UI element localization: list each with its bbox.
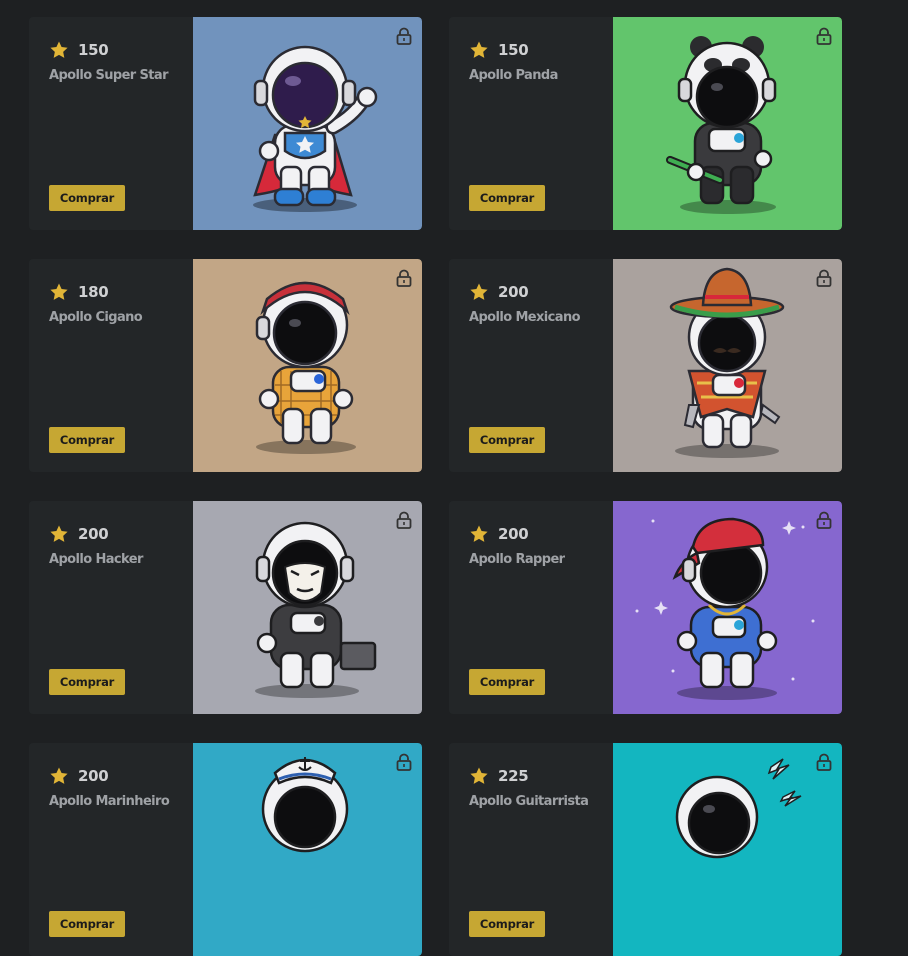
product-name: Apollo Hacker xyxy=(49,552,143,567)
buy-button[interactable]: Comprar xyxy=(469,669,545,695)
buy-button[interactable]: Comprar xyxy=(469,911,545,937)
star-icon xyxy=(470,41,488,58)
astronaut-hacker-illustration xyxy=(255,521,377,698)
product-card-apollo-mexicano[interactable]: 200 Apollo Mexicano Comprar xyxy=(449,259,842,472)
astronaut-superhero-illustration xyxy=(253,45,378,212)
astronaut-rapper-illustration xyxy=(635,517,815,700)
product-image[interactable] xyxy=(193,743,422,956)
product-name: Apollo Cigano xyxy=(49,310,143,325)
product-name: Apollo Rapper xyxy=(469,552,565,567)
product-name: Apollo Super Star xyxy=(49,68,169,83)
star-icon xyxy=(470,283,488,300)
card-info: 200 Apollo Mexicano Comprar xyxy=(449,259,613,472)
product-image[interactable] xyxy=(193,259,422,472)
price-value: 200 xyxy=(498,525,529,543)
card-info: 200 Apollo Marinheiro Comprar xyxy=(29,743,193,956)
product-card-apollo-rapper[interactable]: 200 Apollo Rapper Comprar xyxy=(449,501,842,714)
price-value: 225 xyxy=(498,767,529,785)
lock-icon[interactable] xyxy=(396,753,412,771)
product-card-apollo-super-star[interactable]: 150 Apollo Super Star Comprar xyxy=(29,17,422,230)
product-image[interactable] xyxy=(193,501,422,714)
lock-icon[interactable] xyxy=(816,511,832,529)
lock-icon[interactable] xyxy=(816,269,832,287)
price-row: 225 xyxy=(469,765,529,787)
product-card-apollo-marinheiro[interactable]: 200 Apollo Marinheiro Comprar xyxy=(29,743,422,956)
product-card-apollo-panda[interactable]: 150 Apollo Panda Comprar xyxy=(449,17,842,230)
price-value: 180 xyxy=(78,283,109,301)
price-value: 150 xyxy=(78,41,109,59)
astronaut-sailor-illustration xyxy=(261,757,349,853)
buy-button[interactable]: Comprar xyxy=(49,427,125,453)
price-row: 200 xyxy=(49,765,109,787)
buy-button[interactable]: Comprar xyxy=(469,427,545,453)
lock-icon[interactable] xyxy=(396,27,412,45)
astronaut-guitarist-illustration xyxy=(675,758,802,859)
product-name: Apollo Marinheiro xyxy=(49,794,170,809)
product-card-apollo-cigano[interactable]: 180 Apollo Cigano Comprar xyxy=(29,259,422,472)
buy-button[interactable]: Comprar xyxy=(49,185,125,211)
product-card-apollo-hacker[interactable]: 200 Apollo Hacker Comprar xyxy=(29,501,422,714)
buy-button[interactable]: Comprar xyxy=(49,911,125,937)
lock-icon[interactable] xyxy=(816,27,832,45)
product-name: Apollo Mexicano xyxy=(469,310,581,325)
star-icon xyxy=(50,41,68,58)
price-value: 200 xyxy=(78,525,109,543)
card-info: 200 Apollo Hacker Comprar xyxy=(29,501,193,714)
card-info: 225 Apollo Guitarrista Comprar xyxy=(449,743,613,956)
price-row: 150 xyxy=(469,39,529,61)
astronaut-panda-illustration xyxy=(665,36,777,214)
star-icon xyxy=(50,525,68,542)
buy-button[interactable]: Comprar xyxy=(49,669,125,695)
price-value: 200 xyxy=(498,283,529,301)
card-info: 200 Apollo Rapper Comprar xyxy=(449,501,613,714)
product-image[interactable] xyxy=(613,259,842,472)
star-icon xyxy=(50,283,68,300)
card-info: 180 Apollo Cigano Comprar xyxy=(29,259,193,472)
astronaut-mexican-illustration xyxy=(669,267,785,458)
product-grid: 150 Apollo Super Star Comprar 150 Apollo… xyxy=(0,0,908,956)
product-image[interactable] xyxy=(613,17,842,230)
lock-icon[interactable] xyxy=(396,511,412,529)
star-icon xyxy=(470,525,488,542)
astronaut-gypsy-illustration xyxy=(255,281,356,454)
product-image[interactable] xyxy=(193,17,422,230)
price-row: 200 xyxy=(49,523,109,545)
price-row: 180 xyxy=(49,281,109,303)
product-name: Apollo Guitarrista xyxy=(469,794,589,809)
buy-button[interactable]: Comprar xyxy=(469,185,545,211)
price-row: 150 xyxy=(49,39,109,61)
product-card-apollo-guitarrista[interactable]: 225 Apollo Guitarrista Comprar xyxy=(449,743,842,956)
price-value: 200 xyxy=(78,767,109,785)
price-row: 200 xyxy=(469,523,529,545)
product-image[interactable] xyxy=(613,743,842,956)
product-image[interactable] xyxy=(613,501,842,714)
lock-icon[interactable] xyxy=(396,269,412,287)
card-info: 150 Apollo Super Star Comprar xyxy=(29,17,193,230)
star-icon xyxy=(50,767,68,784)
price-value: 150 xyxy=(498,41,529,59)
lock-icon[interactable] xyxy=(816,753,832,771)
star-icon xyxy=(470,767,488,784)
price-row: 200 xyxy=(469,281,529,303)
card-info: 150 Apollo Panda Comprar xyxy=(449,17,613,230)
product-name: Apollo Panda xyxy=(469,68,558,83)
